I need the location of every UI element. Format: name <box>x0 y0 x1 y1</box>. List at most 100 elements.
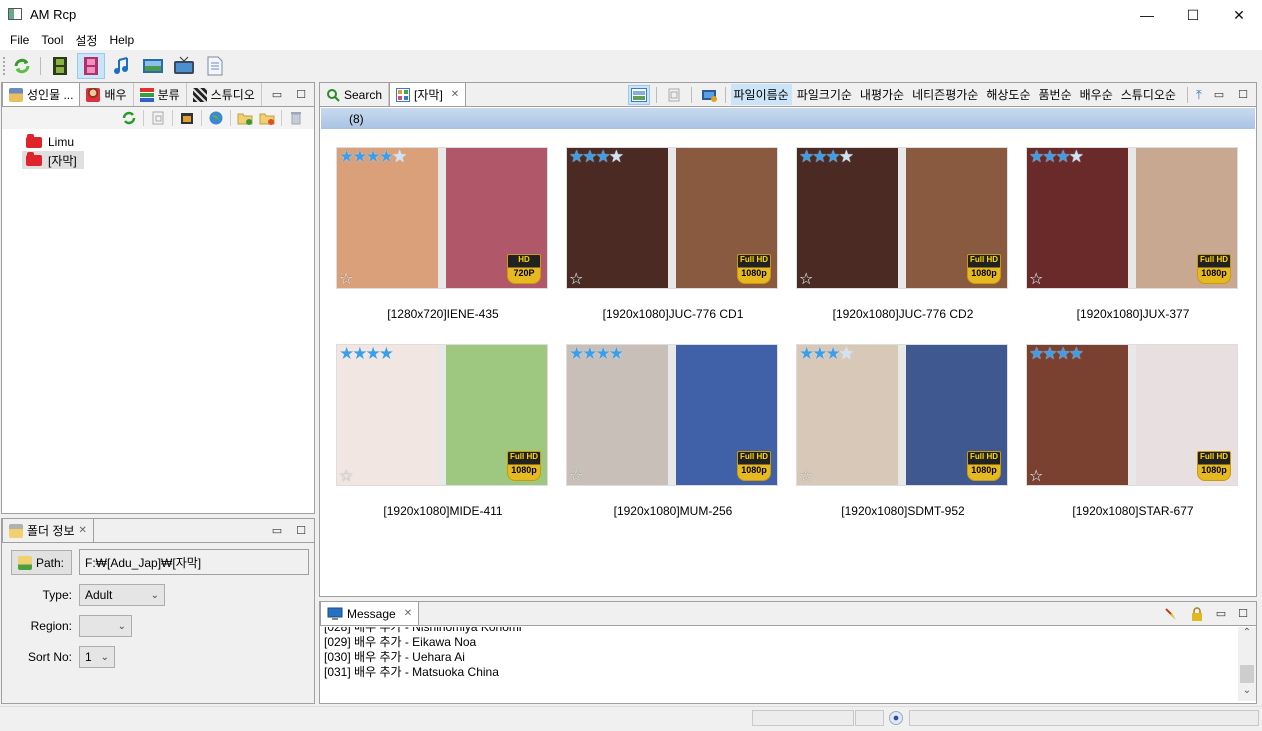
rating-stars[interactable]: ★★★★ <box>799 148 854 166</box>
minimize-button[interactable]: — <box>1124 0 1170 30</box>
minimize-panel-button[interactable]: ▭ <box>1214 88 1224 101</box>
folder-remove-icon[interactable] <box>259 110 275 126</box>
tab-search[interactable]: Search <box>320 83 390 106</box>
cover-thumbnail[interactable]: ★★★★ ☆ Full HD 1080p <box>1026 344 1238 486</box>
media-item-card[interactable]: ★★★★★ ☆ HD 720P [1280x720]IENE-435 <box>336 147 550 321</box>
maximize-panel-button[interactable]: ☐ <box>296 524 306 537</box>
cover-thumbnail[interactable]: ★★★★ ☆ Full HD 1080p <box>566 147 778 289</box>
close-button[interactable]: ✕ <box>1216 0 1262 30</box>
cover-thumbnail[interactable]: ★★★★ ☆ Full HD 1080p <box>796 147 1008 289</box>
sort-by-code[interactable]: 품번순 <box>1036 84 1075 105</box>
favorite-star-icon[interactable]: ☆ <box>1029 466 1043 485</box>
pin-icon[interactable]: ⤒ <box>1196 87 1202 103</box>
rating-stars[interactable]: ★★★★ <box>1029 345 1084 363</box>
scroll-up-arrow[interactable]: ⌃ <box>1238 627 1256 643</box>
sort-by-user-rating[interactable]: 네티즌평가순 <box>909 84 981 105</box>
view-icon[interactable] <box>150 110 166 126</box>
maximize-panel-button[interactable]: ☐ <box>1238 607 1248 620</box>
list-view-button[interactable] <box>663 85 685 105</box>
document-mode-button[interactable] <box>201 53 229 79</box>
rating-stars[interactable]: ★★★★★ <box>339 148 407 166</box>
menu-tool[interactable]: Tool <box>35 33 69 47</box>
region-select[interactable]: ⌄ <box>79 615 132 637</box>
sort-by-my-rating[interactable]: 내평가순 <box>857 84 907 105</box>
picture-mode-button[interactable] <box>139 53 167 79</box>
media-item-label[interactable]: [1920x1080]JUX-377 <box>1026 307 1240 321</box>
scroll-down-arrow[interactable]: ⌄ <box>1238 685 1256 701</box>
rating-stars[interactable]: ★★★★ <box>339 345 394 363</box>
favorite-star-icon[interactable]: ☆ <box>569 466 583 485</box>
tab-studios[interactable]: 스튜디오 <box>186 83 262 106</box>
media-item-card[interactable]: ★★★★ ☆ Full HD 1080p [1920x1080]SDMT-952 <box>796 344 1010 518</box>
media-item-label[interactable]: [1920x1080]MUM-256 <box>566 504 780 518</box>
cover-thumbnail[interactable]: ★★★★ ☆ Full HD 1080p <box>1026 147 1238 289</box>
media-item-label[interactable]: [1920x1080]STAR-677 <box>1026 504 1240 518</box>
close-tab-icon[interactable]: ✕ <box>404 608 412 619</box>
media-item-card[interactable]: ★★★★ ☆ Full HD 1080p [1920x1080]JUC-776 CD2 <box>796 147 1010 321</box>
path-field[interactable]: F:₩[Adu_Jap]₩[자막] <box>79 549 309 575</box>
menu-file[interactable]: File <box>4 33 35 47</box>
rating-stars[interactable]: ★★★★ <box>1029 148 1084 166</box>
tab-message[interactable]: Message ✕ <box>320 601 420 625</box>
tv-mode-button[interactable] <box>170 53 198 79</box>
favorite-star-icon[interactable]: ☆ <box>339 466 353 485</box>
maximize-panel-button[interactable]: ☐ <box>296 88 306 101</box>
close-tab-icon[interactable]: ✕ <box>451 89 459 100</box>
media-item-label[interactable]: [1920x1080]JUC-776 CD1 <box>566 307 780 321</box>
rating-stars[interactable]: ★★★★ <box>569 148 624 166</box>
sort-by-filesize[interactable]: 파일크기순 <box>794 84 855 105</box>
music-mode-button[interactable] <box>108 53 136 79</box>
cover-thumbnail[interactable]: ★★★★ ☆ Full HD 1080p <box>336 344 548 486</box>
sort-by-studio[interactable]: 스튜디오순 <box>1118 84 1179 105</box>
maximize-panel-button[interactable]: ☐ <box>1238 88 1248 101</box>
tab-actors[interactable]: 배우 <box>80 83 134 106</box>
media-item-card[interactable]: ★★★★ ☆ Full HD 1080p [1920x1080]MIDE-411 <box>336 344 550 518</box>
slideshow-button[interactable] <box>698 85 720 105</box>
trash-icon[interactable] <box>288 110 304 126</box>
scroll-lock-icon[interactable] <box>1190 606 1204 621</box>
rating-stars[interactable]: ★★★★ <box>799 345 854 363</box>
menu-settings[interactable]: 설정 <box>69 32 103 49</box>
tab-adult-library[interactable]: 성인물 ... <box>2 82 81 106</box>
rating-stars[interactable]: ★★★★ <box>569 345 624 363</box>
tree-item-subtitles[interactable]: [자막] <box>22 151 84 169</box>
type-select[interactable]: Adult ⌄ <box>79 584 165 606</box>
sort-by-filename[interactable]: 파일이름순 <box>730 84 792 105</box>
media-item-label[interactable]: [1920x1080]MIDE-411 <box>336 504 550 518</box>
sort-by-resolution[interactable]: 해상도순 <box>983 84 1033 105</box>
minimize-panel-button[interactable]: ▭ <box>272 88 282 101</box>
toolbar-grip[interactable] <box>3 57 6 75</box>
favorite-star-icon[interactable]: ☆ <box>1029 269 1043 288</box>
tree-item-limu[interactable]: Limu <box>22 133 314 151</box>
maximize-button[interactable]: ☐ <box>1170 0 1216 30</box>
image-icon[interactable] <box>179 110 195 126</box>
refresh-button[interactable] <box>8 53 36 79</box>
favorite-star-icon[interactable]: ☆ <box>799 269 813 288</box>
tab-folder-info[interactable]: 폴더 정보 ✕ <box>2 518 94 542</box>
tab-subtitles-folder[interactable]: [자막] ✕ <box>389 82 467 106</box>
media-item-card[interactable]: ★★★★ ☆ Full HD 1080p [1920x1080]JUX-377 <box>1026 147 1240 321</box>
favorite-star-icon[interactable]: ☆ <box>569 269 583 288</box>
progress-indicator-icon[interactable] <box>889 711 903 725</box>
globe-icon[interactable] <box>208 110 224 126</box>
media-item-label[interactable]: [1280x720]IENE-435 <box>336 307 550 321</box>
path-button[interactable]: Path: <box>11 550 72 575</box>
folder-add-icon[interactable] <box>237 110 253 126</box>
scroll-thumb[interactable] <box>1240 665 1254 683</box>
tab-categories[interactable]: 분류 <box>133 83 187 106</box>
sortno-select[interactable]: 1 ⌄ <box>79 646 115 668</box>
sort-by-actor[interactable]: 배우순 <box>1077 84 1116 105</box>
clear-console-icon[interactable] <box>1164 607 1178 621</box>
media-item-card[interactable]: ★★★★ ☆ Full HD 1080p [1920x1080]MUM-256 <box>566 344 780 518</box>
favorite-star-icon[interactable]: ☆ <box>799 466 813 485</box>
minimize-panel-button[interactable]: ▭ <box>272 524 282 537</box>
cover-thumbnail[interactable]: ★★★★ ☆ Full HD 1080p <box>796 344 1008 486</box>
media-item-label[interactable]: [1920x1080]JUC-776 CD2 <box>796 307 1010 321</box>
media-item-label[interactable]: [1920x1080]SDMT-952 <box>796 504 1010 518</box>
movie-mode-button[interactable] <box>46 53 74 79</box>
menu-help[interactable]: Help <box>103 33 140 47</box>
cover-thumbnail[interactable]: ★★★★ ☆ Full HD 1080p <box>566 344 778 486</box>
refresh-icon[interactable] <box>121 110 137 126</box>
media-item-card[interactable]: ★★★★ ☆ Full HD 1080p [1920x1080]STAR-677 <box>1026 344 1240 518</box>
adult-mode-button[interactable] <box>77 53 105 79</box>
